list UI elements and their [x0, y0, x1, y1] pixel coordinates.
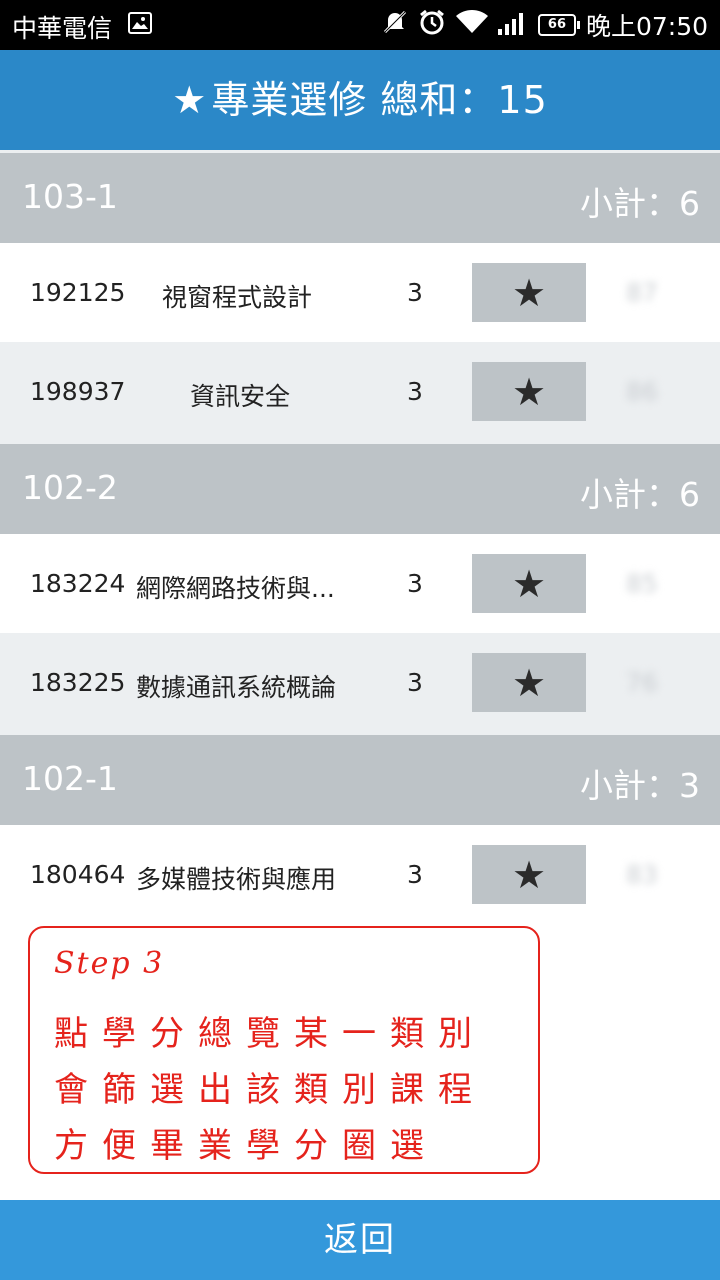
course-row[interactable]: 192125 視窗程式設計 3 ★ 87 — [0, 243, 720, 342]
subtotal-label: 小計：6 — [580, 184, 700, 223]
course-score: 87 — [626, 278, 658, 307]
star-icon: ★ — [172, 78, 208, 122]
course-score: 85 — [626, 569, 658, 598]
semester-header[interactable]: 102-1 小計：3 — [0, 732, 720, 825]
course-row[interactable]: 183224 網際網路技術與... 3 ★ 85 — [0, 534, 720, 633]
signal-icon — [497, 9, 528, 41]
course-code: 198937 — [30, 377, 126, 406]
star-button[interactable]: ★ — [472, 362, 586, 421]
course-row[interactable]: 180464 多媒體技術與應用 3 ★ 83 — [0, 825, 720, 924]
page-title-text: 專業選修 總和：15 — [211, 78, 548, 122]
course-name: 資訊安全 — [190, 382, 291, 411]
course-name: 數據通訊系統概論 — [136, 673, 337, 702]
star-button[interactable]: ★ — [472, 845, 586, 904]
semester-label: 103-1 — [22, 177, 118, 216]
course-credit: 3 — [407, 860, 423, 889]
course-score: 76 — [626, 668, 658, 697]
course-score: 86 — [626, 377, 658, 406]
subtotal-label: 小計：3 — [580, 766, 700, 805]
course-credit: 3 — [407, 377, 423, 406]
star-button[interactable]: ★ — [472, 653, 586, 712]
clock-time: 晚上07:50 — [585, 12, 708, 41]
course-row[interactable]: 198937 資訊安全 3 ★ 86 — [0, 342, 720, 441]
course-name: 網際網路技術與... — [136, 574, 335, 603]
page-title: ★ 專業選修 總和：15 — [172, 74, 548, 126]
course-score: 83 — [626, 860, 658, 889]
annotation-line: 點學分總覽某一類別 — [54, 1014, 486, 1054]
course-name: 視窗程式設計 — [162, 283, 313, 312]
mute-icon — [382, 9, 408, 41]
title-bar: ★ 專業選修 總和：15 — [0, 50, 720, 150]
course-code: 183224 — [30, 569, 126, 598]
semester-label: 102-1 — [22, 759, 118, 798]
annotation-line: 方便畢業學分圈選 — [54, 1126, 438, 1166]
tutorial-annotation: Step 3 點學分總覽某一類別 會篩選出該類別課程 方便畢業學分圈選 — [28, 926, 540, 1174]
course-name: 多媒體技術與應用 — [136, 865, 337, 894]
subtotal-label: 小計：6 — [580, 475, 700, 514]
battery-icon: 66 — [537, 14, 580, 36]
image-icon — [128, 12, 152, 34]
alarm-icon — [418, 8, 446, 42]
course-code: 180464 — [30, 860, 126, 889]
annotation-step: Step 3 — [54, 946, 165, 981]
course-row[interactable]: 183225 數據通訊系統概論 3 ★ 76 — [0, 633, 720, 732]
course-credit: 3 — [407, 569, 423, 598]
course-credit: 3 — [407, 668, 423, 697]
status-bar: 中華電信 66 晚上07:50 — [0, 0, 720, 50]
course-code: 183225 — [30, 668, 126, 697]
course-list: 103-1 小計：6 192125 視窗程式設計 3 ★ 87 198937 資… — [0, 150, 720, 924]
star-button[interactable]: ★ — [472, 554, 586, 613]
semester-header[interactable]: 103-1 小計：6 — [0, 150, 720, 243]
course-code: 192125 — [30, 278, 126, 307]
star-button[interactable]: ★ — [472, 263, 586, 322]
course-credit: 3 — [407, 278, 423, 307]
back-button[interactable]: 返回 — [0, 1200, 720, 1280]
semester-header[interactable]: 102-2 小計：6 — [0, 441, 720, 534]
annotation-line: 會篩選出該類別課程 — [54, 1070, 486, 1110]
wifi-icon — [455, 9, 488, 41]
semester-label: 102-2 — [22, 468, 118, 507]
carrier-name: 中華電信 — [12, 14, 113, 43]
